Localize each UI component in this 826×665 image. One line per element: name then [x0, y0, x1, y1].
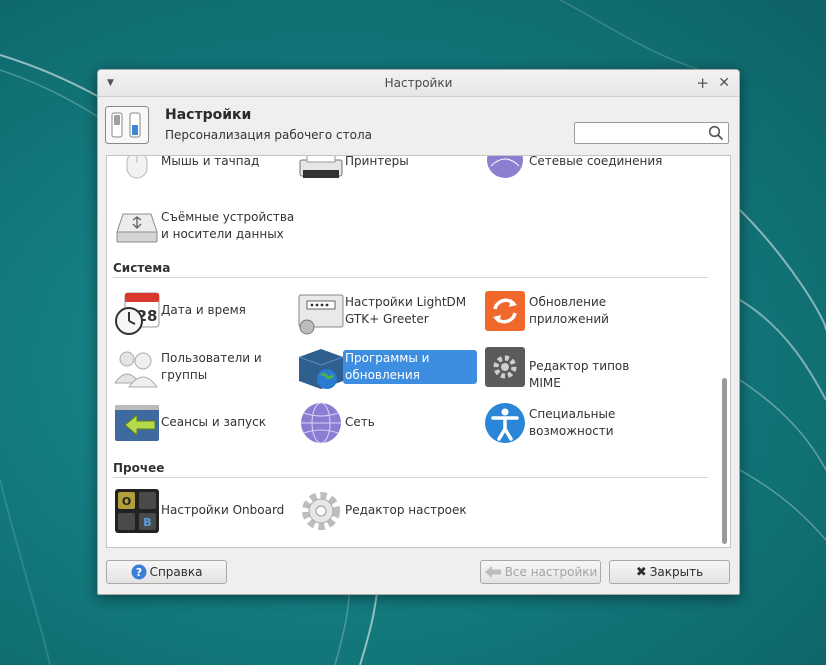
item-label: Настройки LightDM GTK+ Greeter — [345, 295, 467, 326]
mime-editor-icon — [485, 347, 525, 387]
item-label: Сеансы и запуск — [161, 415, 266, 429]
item-label: Съёмные устройства и носители данных — [161, 210, 295, 241]
settings-editor-icon — [302, 492, 340, 530]
mouse-icon — [126, 156, 148, 179]
item-software-updates[interactable]: Программы и обновления — [297, 345, 477, 389]
all-settings-button[interactable]: Все настройки — [480, 560, 601, 584]
item-label: Настройки Onboard — [161, 503, 285, 517]
item-label: Редактор настроек — [345, 503, 467, 517]
close-window-icon[interactable]: ✕ — [718, 70, 730, 96]
category-divider — [113, 277, 708, 278]
item-network-connections[interactable]: Сетевые соединения — [481, 156, 681, 192]
item-label: Редактор типов MIME — [529, 359, 630, 390]
item-date-time[interactable]: 28 Дата и время — [113, 289, 293, 335]
scrollbar-thumb[interactable] — [722, 378, 727, 544]
accessibility-icon — [485, 403, 525, 443]
login-screen-icon — [298, 294, 344, 335]
item-label: Сетевые соединения — [529, 155, 663, 168]
software-sources-icon — [298, 349, 344, 389]
settings-window: ▼ Настройки + ✕ Настройки Персонализация… — [97, 69, 740, 595]
item-network[interactable]: Сеть — [297, 401, 477, 445]
network-connections-icon — [487, 156, 523, 178]
close-label: Закрыть — [649, 565, 704, 579]
svg-text:O: O — [122, 495, 131, 508]
category-title-other: Прочее — [113, 461, 165, 475]
window-title: Настройки — [384, 76, 453, 90]
settings-list: Мышь и тачпад Принтеры Сетевые соединени… — [106, 155, 731, 548]
item-users-groups[interactable]: Пользователи и группы — [113, 345, 293, 389]
item-lightdm[interactable]: Настройки LightDM GTK+ Greeter — [297, 289, 477, 335]
header-subtitle: Персонализация рабочего стола — [165, 128, 372, 142]
close-icon: ✖ — [635, 564, 647, 580]
item-label: Пользователи и группы — [161, 351, 262, 382]
item-settings-editor[interactable]: Редактор настроек — [297, 489, 477, 533]
item-printers[interactable]: Принтеры — [297, 155, 477, 192]
svg-text:?: ? — [135, 566, 141, 579]
update-icon — [485, 291, 525, 331]
calendar-clock-icon: 28 — [115, 292, 160, 335]
help-icon: ? — [131, 564, 147, 580]
users-icon — [114, 351, 158, 388]
search-box[interactable] — [574, 122, 729, 144]
search-icon[interactable] — [708, 125, 724, 141]
maximize-icon[interactable]: + — [696, 70, 709, 96]
svg-text:B: B — [143, 516, 151, 529]
settings-header: Настройки Персонализация рабочего стола — [98, 97, 739, 153]
help-label: Справка — [149, 565, 203, 579]
item-removable-drives[interactable]: Съёмные устройства и носители данных — [113, 204, 303, 248]
scrollbar[interactable] — [721, 156, 727, 545]
item-accessibility[interactable]: Специальные возможности — [481, 401, 661, 445]
network-icon — [301, 402, 341, 444]
category-title-system: Система — [113, 261, 171, 275]
item-label: Программы и обновления — [343, 350, 477, 384]
all-settings-label: Все настройки — [504, 565, 598, 579]
item-mouse[interactable]: Мышь и тачпад — [113, 155, 293, 192]
session-icon — [115, 405, 159, 441]
help-button[interactable]: ? Справка — [106, 560, 227, 584]
item-label: Обновление приложений — [529, 295, 609, 326]
removable-drive-icon — [116, 213, 158, 243]
item-label: Сеть — [345, 415, 375, 429]
item-label: Принтеры — [345, 155, 409, 168]
title-bar: ▼ Настройки + ✕ — [98, 70, 739, 97]
item-onboard[interactable]: O B Настройки Onboard — [113, 489, 293, 533]
window-menu-icon[interactable]: ▼ — [107, 70, 114, 96]
onboard-keyboard-icon: O B — [115, 489, 159, 533]
item-app-update[interactable]: Обновление приложений — [481, 289, 661, 333]
back-arrow-icon — [484, 565, 502, 579]
close-button[interactable]: ✖ Закрыть — [609, 560, 730, 584]
item-label: Специальные возможности — [529, 407, 616, 438]
item-mime-editor[interactable]: Редактор типов MIME — [481, 345, 661, 390]
printer-icon — [299, 156, 343, 178]
item-sessions[interactable]: Сеансы и запуск — [113, 401, 293, 445]
header-title: Настройки — [165, 107, 252, 123]
category-divider — [113, 477, 708, 478]
search-input[interactable] — [579, 124, 709, 144]
settings-toggle-icon — [105, 106, 149, 144]
item-label: Мышь и тачпад — [161, 155, 260, 168]
item-label: Дата и время — [161, 303, 246, 317]
